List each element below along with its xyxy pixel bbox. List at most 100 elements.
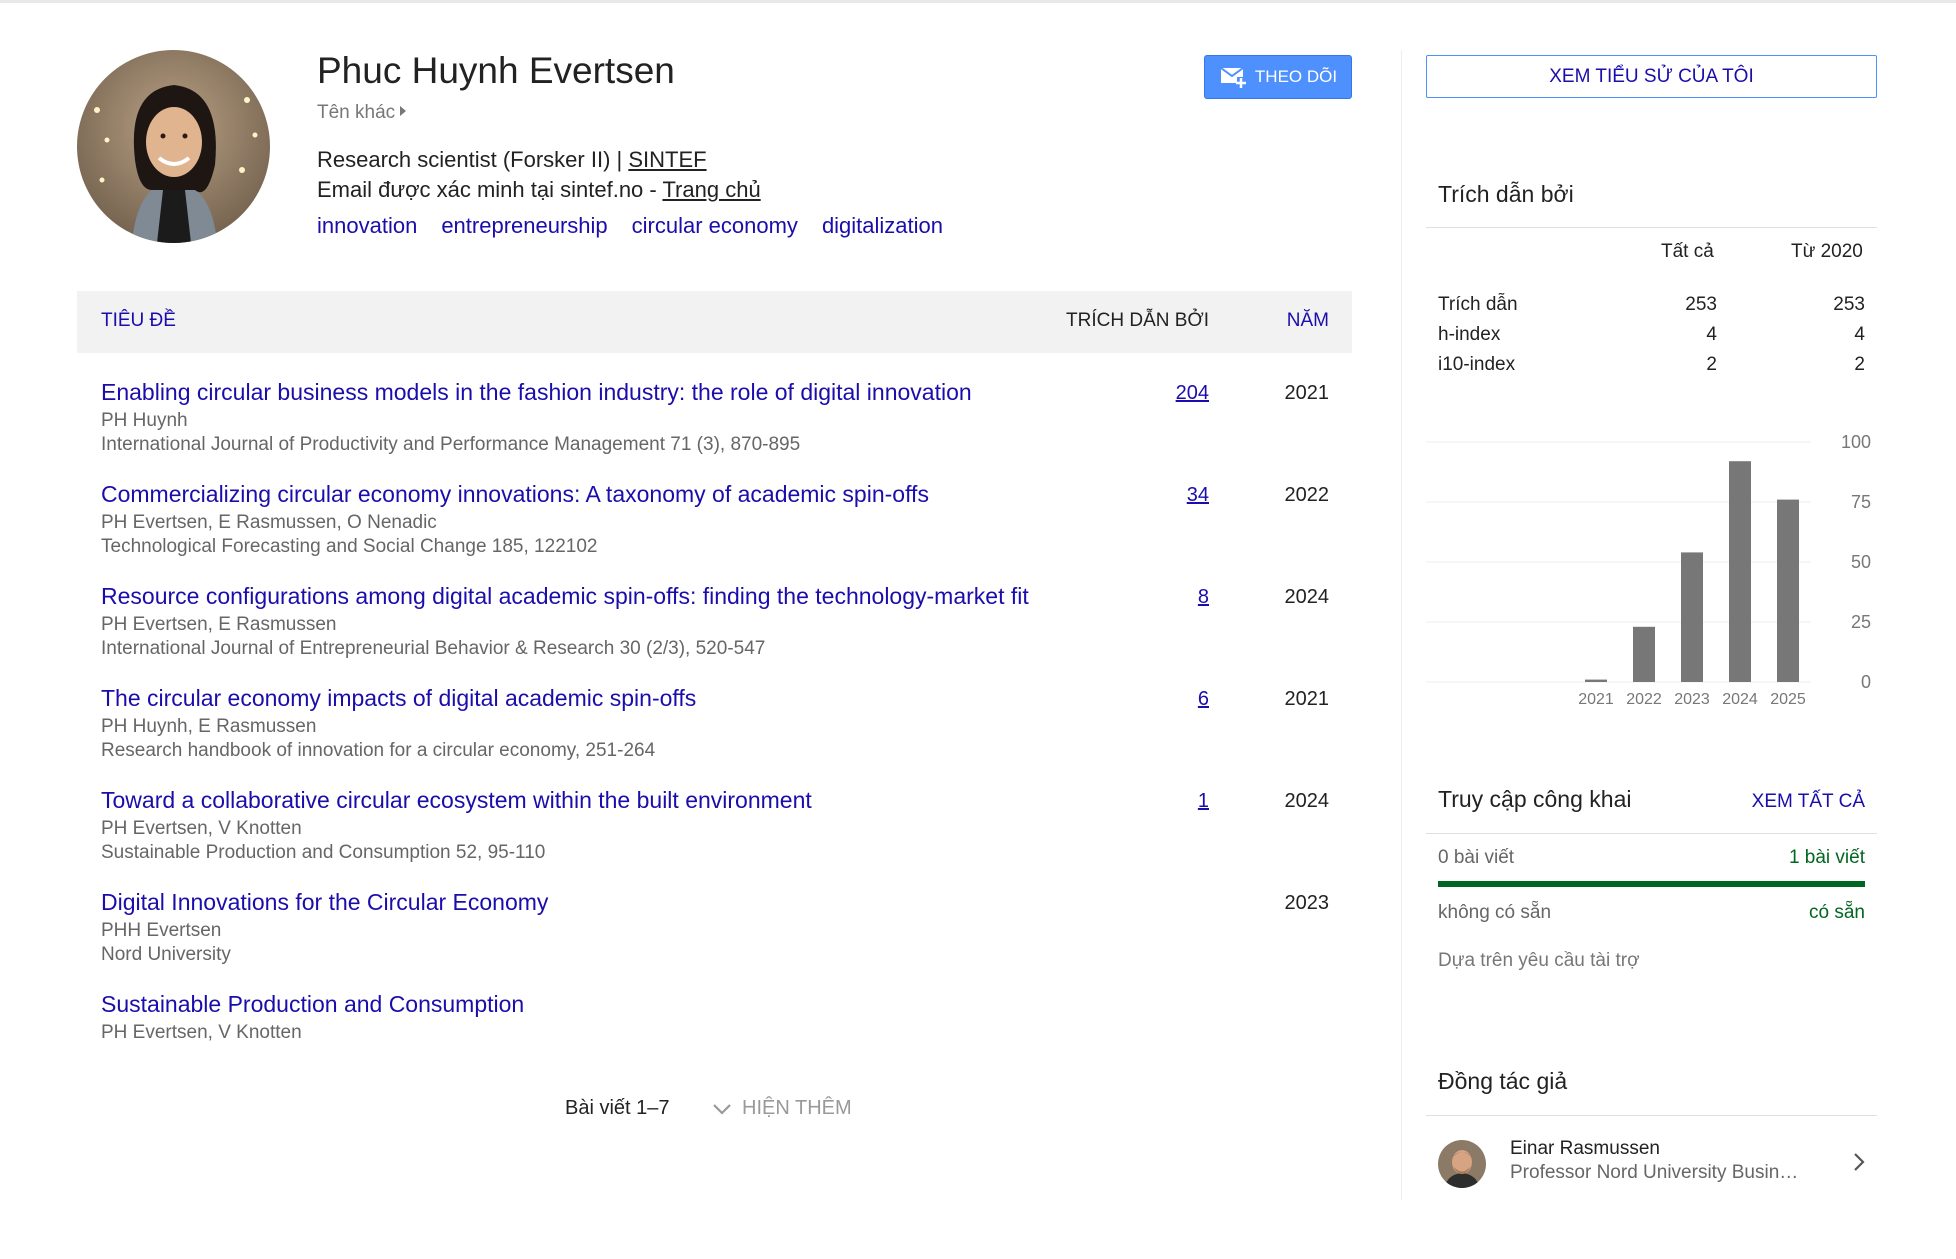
article-venue: International Journal of Productivity an…: [101, 434, 801, 455]
follow-label: THEO DÕI: [1254, 67, 1338, 86]
article-year: 2024: [1284, 586, 1330, 608]
profile-avatar: [77, 50, 270, 243]
table-row: Commercializing circular economy innovat…: [77, 481, 1352, 581]
table-row: Resource configurations among digital ac…: [77, 583, 1352, 683]
chart-bar[interactable]: [1729, 461, 1751, 682]
cited-by-link[interactable]: 8: [1198, 586, 1209, 609]
chart-x-tick-label: 2023: [1674, 691, 1710, 708]
article-venue: Technological Forecasting and Social Cha…: [101, 536, 598, 557]
coauthor-avatar: [1438, 1140, 1486, 1188]
chart-y-tick-label: 25: [1851, 612, 1871, 632]
coauthor-name: Einar Rasmussen: [1510, 1138, 1660, 1159]
other-names-toggle[interactable]: Tên khác: [317, 102, 407, 124]
public-access-progress-bar: [1438, 881, 1865, 887]
article-title-link[interactable]: Sustainable Production and Consumption: [101, 991, 524, 1018]
article-year: 2022: [1284, 484, 1330, 506]
articles-table-header: TIÊU ĐỀ TRÍCH DẪN BỞI NĂM: [77, 291, 1352, 353]
show-more-button[interactable]: HIỆN THÊM: [712, 1097, 852, 1120]
interest-link[interactable]: innovation: [317, 213, 417, 239]
cited-by-header: TRÍCH DẪN BỞI: [1066, 310, 1209, 331]
profile-name: Phuc Huynh Evertsen: [317, 50, 675, 91]
chart-bar[interactable]: [1777, 499, 1799, 682]
interest-link[interactable]: entrepreneurship: [441, 213, 607, 239]
article-year: 2024: [1284, 790, 1330, 812]
table-row: The circular economy impacts of digital …: [77, 685, 1352, 785]
cited-by-link[interactable]: 1: [1198, 790, 1209, 813]
view-bio-button[interactable]: XEM TIỂU SỬ CỦA TÔI: [1426, 55, 1877, 98]
cited-by-link[interactable]: 204: [1176, 382, 1209, 405]
mail-plus-icon: [1220, 67, 1246, 88]
affiliation-link[interactable]: SINTEF: [628, 147, 706, 172]
cited-by-link[interactable]: 34: [1187, 484, 1209, 507]
article-venue: International Journal of Entrepreneurial…: [101, 638, 766, 659]
article-title-link[interactable]: Toward a collaborative circular ecosyste…: [101, 787, 812, 814]
coauthor-item[interactable]: Einar Rasmussen Professor Nord Universit…: [1426, 1130, 1877, 1190]
show-more-label: HIỆN THÊM: [742, 1097, 852, 1119]
view-all-public-access-link[interactable]: XEM TẤT CẢ: [1752, 791, 1865, 813]
stats-all: 2: [1706, 354, 1717, 375]
coauthors-title: Đồng tác giả: [1438, 1068, 1568, 1094]
sort-by-year[interactable]: NĂM: [1287, 310, 1329, 332]
cited-by-link[interactable]: 6: [1198, 688, 1209, 711]
article-title-link[interactable]: The circular economy impacts of digital …: [101, 685, 696, 712]
chart-y-tick-label: 100: [1841, 432, 1871, 452]
mandate-note: Dựa trên yêu cầu tài trợ: [1438, 950, 1640, 971]
article-venue: Nord University: [101, 944, 231, 965]
column-divider: [1401, 50, 1402, 1200]
article-year: 2023: [1284, 892, 1330, 914]
interest-link[interactable]: circular economy: [632, 213, 798, 239]
affiliation-text: Research scientist (Forsker II) |: [317, 147, 629, 172]
profile-email: Email được xác minh tại sintef.no - Tran…: [317, 177, 761, 203]
chevron-down-icon: [713, 1103, 731, 1115]
research-interests: innovation entrepreneurship circular eco…: [317, 213, 943, 239]
unavailable-label: không có sẵn: [1438, 902, 1552, 923]
article-title-link[interactable]: Resource configurations among digital ac…: [101, 583, 1029, 610]
chart-x-tick-label: 2025: [1770, 691, 1806, 708]
cited-by-title: Trích dẫn bởi: [1438, 181, 1574, 207]
chart-bar[interactable]: [1681, 552, 1703, 682]
unavailable-count: 0 bài viết: [1438, 847, 1515, 868]
interest-link[interactable]: digitalization: [822, 213, 943, 239]
table-row: Enabling circular business models in the…: [77, 379, 1352, 479]
caret-right-icon: [400, 106, 407, 116]
stats-row: i10-index 2 2: [1438, 354, 1865, 382]
table-row: Sustainable Production and Consumption P…: [77, 991, 1352, 1091]
stats-row: Trích dẫn 253 253: [1438, 294, 1865, 322]
citations-per-year-chart: 0 25 50 75 100 2021 2022 2023 2024 2025: [1426, 428, 1877, 708]
follow-button[interactable]: THEO DÕI: [1204, 55, 1352, 99]
chart-y-tick-label: 75: [1851, 492, 1871, 512]
article-authors: PH Evertsen, V Knotten: [101, 1022, 302, 1043]
chart-bar[interactable]: [1585, 679, 1607, 682]
chart-x-tick-label: 2024: [1722, 691, 1758, 708]
profile-affiliation: Research scientist (Forsker II) | SINTEF: [317, 147, 707, 173]
divider: [1426, 833, 1877, 834]
stats-since: 2: [1854, 354, 1865, 375]
article-authors: PH Evertsen, E Rasmussen, O Nenadic: [101, 512, 437, 533]
email-text: Email được xác minh tại sintef.no -: [317, 177, 663, 202]
article-venue: Research handbook of innovation for a ci…: [101, 740, 656, 761]
stats-label: i10-index: [1438, 354, 1516, 375]
homepage-link[interactable]: Trang chủ: [662, 177, 760, 202]
article-title-link[interactable]: Commercializing circular economy innovat…: [101, 481, 929, 508]
divider: [1426, 227, 1877, 228]
available-label: có sẵn: [1809, 902, 1865, 923]
article-year: 2021: [1284, 688, 1330, 710]
chart-bar[interactable]: [1633, 626, 1655, 682]
chart-x-tick-label: 2021: [1578, 691, 1614, 708]
stats-label: h-index: [1438, 324, 1501, 345]
sort-by-title[interactable]: TIÊU ĐỀ: [101, 310, 176, 332]
stats-all: 4: [1706, 324, 1717, 345]
article-title-link[interactable]: Digital Innovations for the Circular Eco…: [101, 889, 548, 916]
table-row: Digital Innovations for the Circular Eco…: [77, 889, 1352, 989]
article-authors: PH Huynh, E Rasmussen: [101, 716, 317, 737]
table-row: Toward a collaborative circular ecosyste…: [77, 787, 1352, 887]
stats-since: 253: [1833, 294, 1865, 315]
article-authors: PH Evertsen, E Rasmussen: [101, 614, 337, 635]
public-access-title: Truy cập công khai: [1438, 786, 1632, 812]
chart-y-tick-label: 50: [1851, 552, 1871, 572]
article-title-link[interactable]: Enabling circular business models in the…: [101, 379, 972, 406]
top-border: [0, 0, 1956, 3]
divider: [1426, 1115, 1877, 1116]
coauthor-affiliation: Professor Nord University Busin…: [1510, 1162, 1799, 1183]
chart-x-tick-label: 2022: [1626, 691, 1662, 708]
